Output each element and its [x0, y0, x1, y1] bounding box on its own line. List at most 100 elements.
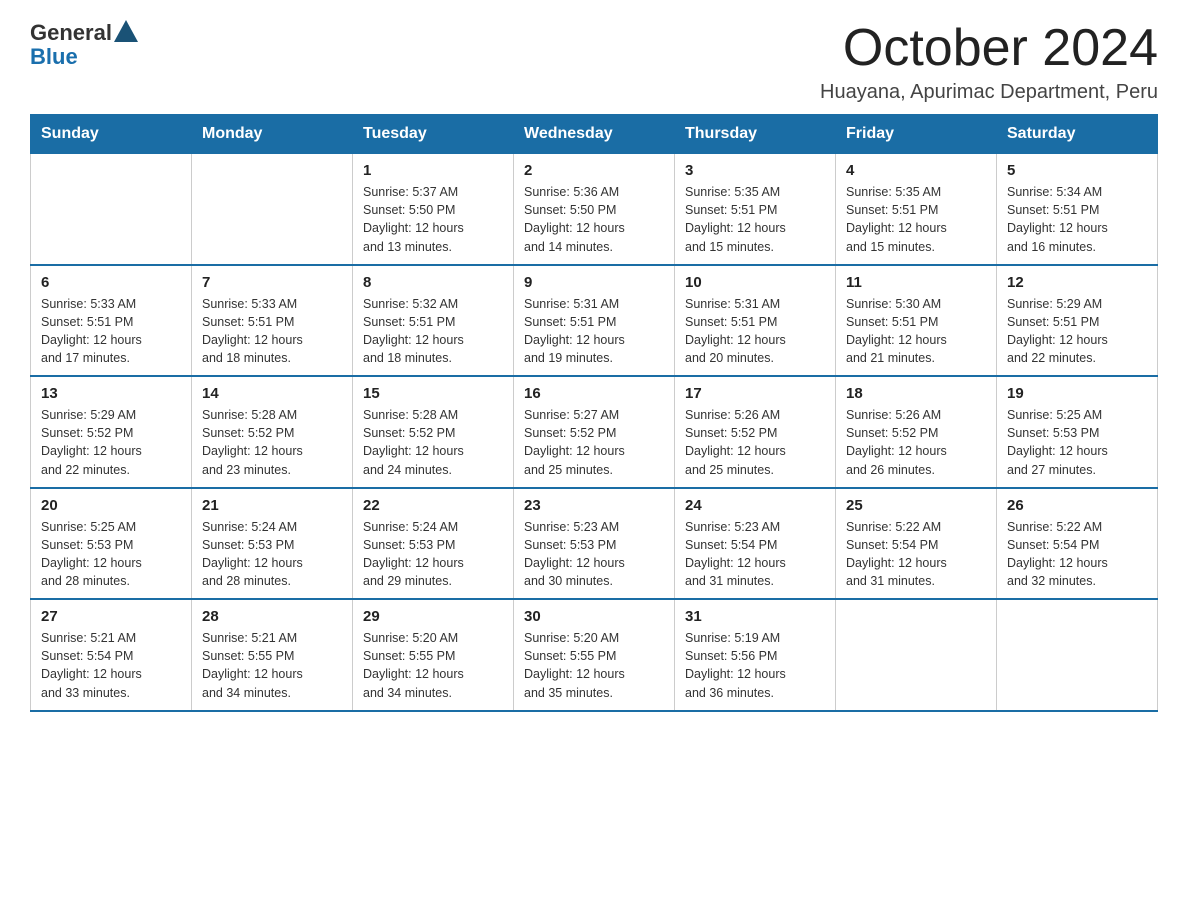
page-header: General Blue October 2024 Huayana, Apuri…	[30, 20, 1158, 104]
calendar-cell: 15 Sunrise: 5:28 AM Sunset: 5:52 PM Dayli…	[353, 376, 514, 488]
day-info: Sunrise: 5:33 AM Sunset: 5:51 PM Dayligh…	[41, 295, 181, 368]
day-info: Sunrise: 5:31 AM Sunset: 5:51 PM Dayligh…	[685, 295, 825, 368]
calendar-cell: 10 Sunrise: 5:31 AM Sunset: 5:51 PM Dayli…	[675, 265, 836, 377]
calendar-cell: 23 Sunrise: 5:23 AM Sunset: 5:53 PM Dayli…	[514, 488, 675, 600]
day-number: 25	[846, 497, 986, 514]
day-number: 6	[41, 274, 181, 291]
day-number: 15	[363, 385, 503, 402]
calendar-cell	[192, 154, 353, 265]
calendar-week-row: 1 Sunrise: 5:37 AM Sunset: 5:50 PM Daylig…	[31, 154, 1158, 265]
calendar-cell: 21 Sunrise: 5:24 AM Sunset: 5:53 PM Dayli…	[192, 488, 353, 600]
calendar-cell	[997, 599, 1158, 711]
calendar-cell: 20Sunrise: 5:25 AM Sunset: 5:53 PM Dayli…	[31, 488, 192, 600]
day-info: Sunrise: 5:25 AM Sunset: 5:53 PM Dayligh…	[1007, 406, 1147, 479]
calendar-cell: 14 Sunrise: 5:28 AM Sunset: 5:52 PM Dayli…	[192, 376, 353, 488]
day-info: Sunrise: 5:35 AM Sunset: 5:51 PM Dayligh…	[685, 183, 825, 256]
calendar-cell: 11 Sunrise: 5:30 AM Sunset: 5:51 PM Dayli…	[836, 265, 997, 377]
day-number: 13	[41, 385, 181, 402]
calendar-cell: 27 Sunrise: 5:21 AM Sunset: 5:54 PM Dayli…	[31, 599, 192, 711]
calendar-cell: 13Sunrise: 5:29 AM Sunset: 5:52 PM Dayli…	[31, 376, 192, 488]
calendar-header-saturday: Saturday	[997, 115, 1158, 154]
day-info: Sunrise: 5:34 AM Sunset: 5:51 PM Dayligh…	[1007, 183, 1147, 256]
day-number: 21	[202, 497, 342, 514]
calendar-header-row: SundayMondayTuesdayWednesdayThursdayFrid…	[31, 115, 1158, 154]
calendar-table: SundayMondayTuesdayWednesdayThursdayFrid…	[30, 114, 1158, 712]
calendar-cell: 22 Sunrise: 5:24 AM Sunset: 5:53 PM Dayli…	[353, 488, 514, 600]
day-info: Sunrise: 5:27 AM Sunset: 5:52 PM Dayligh…	[524, 406, 664, 479]
calendar-header-thursday: Thursday	[675, 115, 836, 154]
calendar-week-row: 13Sunrise: 5:29 AM Sunset: 5:52 PM Dayli…	[31, 376, 1158, 488]
day-info: Sunrise: 5:21 AM Sunset: 5:55 PM Dayligh…	[202, 629, 342, 702]
calendar-cell	[836, 599, 997, 711]
calendar-header-monday: Monday	[192, 115, 353, 154]
calendar-week-row: 27 Sunrise: 5:21 AM Sunset: 5:54 PM Dayli…	[31, 599, 1158, 711]
calendar-week-row: 20Sunrise: 5:25 AM Sunset: 5:53 PM Dayli…	[31, 488, 1158, 600]
day-number: 30	[524, 608, 664, 625]
day-number: 3	[685, 162, 825, 179]
day-info: Sunrise: 5:29 AM Sunset: 5:51 PM Dayligh…	[1007, 295, 1147, 368]
calendar-cell: 5 Sunrise: 5:34 AM Sunset: 5:51 PM Daylig…	[997, 154, 1158, 265]
calendar-header-wednesday: Wednesday	[514, 115, 675, 154]
day-number: 31	[685, 608, 825, 625]
day-number: 11	[846, 274, 986, 291]
day-number: 8	[363, 274, 503, 291]
day-info: Sunrise: 5:33 AM Sunset: 5:51 PM Dayligh…	[202, 295, 342, 368]
day-info: Sunrise: 5:35 AM Sunset: 5:51 PM Dayligh…	[846, 183, 986, 256]
day-number: 18	[846, 385, 986, 402]
day-number: 22	[363, 497, 503, 514]
day-info: Sunrise: 5:25 AM Sunset: 5:53 PM Dayligh…	[41, 518, 181, 591]
calendar-header-friday: Friday	[836, 115, 997, 154]
day-number: 16	[524, 385, 664, 402]
calendar-cell: 31 Sunrise: 5:19 AM Sunset: 5:56 PM Dayli…	[675, 599, 836, 711]
day-info: Sunrise: 5:19 AM Sunset: 5:56 PM Dayligh…	[685, 629, 825, 702]
day-info: Sunrise: 5:32 AM Sunset: 5:51 PM Dayligh…	[363, 295, 503, 368]
day-info: Sunrise: 5:26 AM Sunset: 5:52 PM Dayligh…	[685, 406, 825, 479]
title-block: October 2024 Huayana, Apurimac Departmen…	[820, 20, 1158, 104]
day-info: Sunrise: 5:23 AM Sunset: 5:54 PM Dayligh…	[685, 518, 825, 591]
day-info: Sunrise: 5:23 AM Sunset: 5:53 PM Dayligh…	[524, 518, 664, 591]
day-info: Sunrise: 5:31 AM Sunset: 5:51 PM Dayligh…	[524, 295, 664, 368]
day-info: Sunrise: 5:36 AM Sunset: 5:50 PM Dayligh…	[524, 183, 664, 256]
day-info: Sunrise: 5:37 AM Sunset: 5:50 PM Dayligh…	[363, 183, 503, 256]
logo-triangle-icon	[114, 20, 138, 42]
calendar-cell: 18 Sunrise: 5:26 AM Sunset: 5:52 PM Dayli…	[836, 376, 997, 488]
day-number: 26	[1007, 497, 1147, 514]
day-info: Sunrise: 5:26 AM Sunset: 5:52 PM Dayligh…	[846, 406, 986, 479]
calendar-cell: 9 Sunrise: 5:31 AM Sunset: 5:51 PM Daylig…	[514, 265, 675, 377]
day-number: 4	[846, 162, 986, 179]
day-number: 2	[524, 162, 664, 179]
day-info: Sunrise: 5:30 AM Sunset: 5:51 PM Dayligh…	[846, 295, 986, 368]
day-number: 10	[685, 274, 825, 291]
day-number: 1	[363, 162, 503, 179]
calendar-header-tuesday: Tuesday	[353, 115, 514, 154]
calendar-cell: 30Sunrise: 5:20 AM Sunset: 5:55 PM Dayli…	[514, 599, 675, 711]
calendar-week-row: 6 Sunrise: 5:33 AM Sunset: 5:51 PM Daylig…	[31, 265, 1158, 377]
calendar-cell: 16 Sunrise: 5:27 AM Sunset: 5:52 PM Dayli…	[514, 376, 675, 488]
day-info: Sunrise: 5:28 AM Sunset: 5:52 PM Dayligh…	[363, 406, 503, 479]
calendar-cell: 7 Sunrise: 5:33 AM Sunset: 5:51 PM Daylig…	[192, 265, 353, 377]
day-number: 14	[202, 385, 342, 402]
day-number: 17	[685, 385, 825, 402]
day-info: Sunrise: 5:24 AM Sunset: 5:53 PM Dayligh…	[363, 518, 503, 591]
day-info: Sunrise: 5:22 AM Sunset: 5:54 PM Dayligh…	[846, 518, 986, 591]
logo-general-text: General	[30, 20, 112, 46]
calendar-cell: 17 Sunrise: 5:26 AM Sunset: 5:52 PM Dayli…	[675, 376, 836, 488]
day-info: Sunrise: 5:28 AM Sunset: 5:52 PM Dayligh…	[202, 406, 342, 479]
day-number: 7	[202, 274, 342, 291]
calendar-cell: 8 Sunrise: 5:32 AM Sunset: 5:51 PM Daylig…	[353, 265, 514, 377]
day-info: Sunrise: 5:22 AM Sunset: 5:54 PM Dayligh…	[1007, 518, 1147, 591]
day-number: 27	[41, 608, 181, 625]
day-number: 5	[1007, 162, 1147, 179]
day-number: 23	[524, 497, 664, 514]
calendar-cell: 25 Sunrise: 5:22 AM Sunset: 5:54 PM Dayli…	[836, 488, 997, 600]
calendar-cell: 12Sunrise: 5:29 AM Sunset: 5:51 PM Dayli…	[997, 265, 1158, 377]
day-number: 19	[1007, 385, 1147, 402]
day-number: 24	[685, 497, 825, 514]
page-subtitle: Huayana, Apurimac Department, Peru	[820, 81, 1158, 104]
day-info: Sunrise: 5:21 AM Sunset: 5:54 PM Dayligh…	[41, 629, 181, 702]
calendar-cell: 19 Sunrise: 5:25 AM Sunset: 5:53 PM Dayli…	[997, 376, 1158, 488]
calendar-cell: 3 Sunrise: 5:35 AM Sunset: 5:51 PM Daylig…	[675, 154, 836, 265]
day-number: 9	[524, 274, 664, 291]
day-info: Sunrise: 5:24 AM Sunset: 5:53 PM Dayligh…	[202, 518, 342, 591]
calendar-cell: 2 Sunrise: 5:36 AM Sunset: 5:50 PM Daylig…	[514, 154, 675, 265]
